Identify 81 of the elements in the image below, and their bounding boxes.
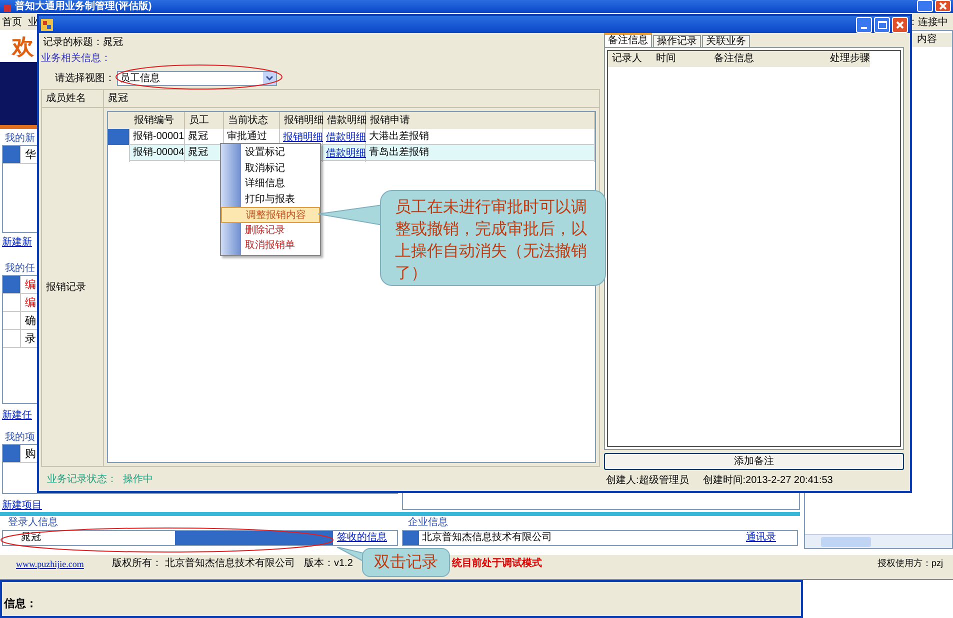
list-item[interactable]: 编 (21, 276, 40, 293)
debug-notice: 统目前处于调试模式 (452, 557, 542, 571)
tab[interactable]: 操作记录 (653, 35, 701, 47)
welcome-text: 欢 (12, 32, 34, 60)
view-label: 请选择视图： (55, 72, 115, 86)
list-item[interactable]: 购 (21, 445, 40, 462)
menu-item[interactable]: 业 (28, 17, 38, 29)
status-label: 业务记录状态： (47, 472, 117, 486)
company-name: 北京普知杰信息技术有限公司 (421, 531, 553, 545)
record-status: 操作中 (123, 472, 153, 486)
callout-bubble: 员工在未进行审批时可以调整或撤销，完成审批后，以上操作自动消失（无法撤销了） (380, 190, 606, 286)
app-icon (4, 4, 11, 12)
row-marker[interactable] (3, 445, 21, 462)
detail-link[interactable]: 借款明细 (326, 132, 366, 143)
received-info-link[interactable]: 签收的信息 (333, 531, 387, 545)
row-marker[interactable] (108, 145, 130, 162)
column-header[interactable]: 记录人 (608, 51, 652, 67)
app-icon (41, 18, 53, 30)
section-heading: 业务相关信息： (41, 52, 112, 66)
column-header[interactable]: 处理步骤 (826, 51, 870, 67)
section-heading: 我的任 (5, 262, 35, 275)
close-icon (939, 2, 947, 10)
close-icon (896, 20, 904, 28)
table-cell: 青岛出差报销 (366, 145, 595, 162)
member-name: 晁冠 (107, 92, 128, 106)
row-marker[interactable] (3, 146, 21, 163)
add-note-button[interactable]: 添加备注 (604, 453, 904, 470)
menu-item[interactable]: 删除记录 (241, 222, 320, 238)
column-header[interactable]: 备注信息 (710, 51, 826, 67)
list-item[interactable]: 编 (21, 294, 40, 311)
license-text: 授权使用方：pzj (877, 557, 944, 570)
list-item[interactable]: 华 (21, 146, 40, 163)
menu-item[interactable]: 取消标记 (241, 160, 320, 176)
menu-item[interactable]: 详细信息 (241, 176, 320, 192)
chevron-down-icon (266, 76, 273, 80)
company-row[interactable]: 北京普知杰信息技术有限公司 通讯录 (402, 530, 798, 546)
menu-item[interactable]: 首页 (2, 17, 22, 29)
info-label: 信息： (4, 596, 37, 612)
copyright-text: 版权所有： 北京普知杰信息技术有限公司 (112, 558, 295, 569)
row-marker[interactable] (3, 276, 21, 293)
section-heading: 登录人信息 (7, 516, 59, 530)
view-select[interactable]: 员工信息 (117, 70, 277, 86)
section-heading: 我的新 (5, 132, 35, 145)
record-title: 晁冠 (103, 36, 123, 50)
callout-pointer (318, 203, 382, 227)
website-link[interactable]: www.puzhijie.com (16, 558, 84, 569)
list-item[interactable]: 录 (21, 330, 40, 347)
row-marker[interactable] (108, 129, 130, 146)
field-label: 成员姓名 (42, 90, 104, 107)
tab[interactable]: 关联业务 (702, 35, 750, 47)
connection-status: ：连接中 (908, 17, 949, 29)
menu-item[interactable]: 取消报销单 (241, 238, 320, 254)
list-item[interactable]: 确 (21, 312, 40, 329)
maximize-button[interactable] (874, 16, 890, 32)
callout-bubble: 双击记录 (362, 548, 450, 577)
close-button[interactable] (935, 0, 951, 12)
table-row[interactable]: 报销-00001 晁冠 审批通过 报销明细 借款明细 大港出差报销 (108, 129, 595, 145)
detail-link[interactable]: 报销明细 (283, 132, 323, 143)
menu-item[interactable]: 调整报销内容 (221, 207, 320, 222)
creator-text: 创建人:超级管理员 (606, 474, 689, 488)
section-heading: 企业信息 (407, 516, 449, 530)
new-project-link[interactable]: 新建项目 (2, 498, 42, 512)
created-time: 创建时间:2013-2-27 20:41:53 (702, 474, 833, 488)
section-heading: 我的项 (5, 430, 35, 444)
restore-button[interactable] (917, 0, 933, 12)
tab[interactable]: 备注信息 (604, 33, 652, 47)
new-task-link[interactable]: 新建任 (2, 408, 32, 422)
window-title: 普知大通用业务制管理(评估版) (15, 0, 152, 13)
horizontal-scrollbar[interactable] (805, 534, 952, 548)
detail-link[interactable]: 借款明细 (326, 148, 366, 159)
menu-item[interactable]: 打印与报表 (241, 192, 320, 207)
new-news-link[interactable]: 新建新 (2, 234, 32, 249)
record-title-label: 记录的标题： (43, 36, 103, 50)
column-header[interactable]: 时间 (652, 51, 710, 67)
table-cell: 报销-00004 (130, 145, 185, 162)
minimize-button[interactable] (856, 16, 872, 32)
version-text: 版本：v1.2 (304, 558, 353, 569)
address-book-link[interactable]: 通讯录 (743, 531, 797, 545)
close-button[interactable] (892, 16, 908, 32)
field-label: 报销记录 (45, 280, 86, 294)
menu-item[interactable]: 设置标记 (241, 145, 320, 160)
